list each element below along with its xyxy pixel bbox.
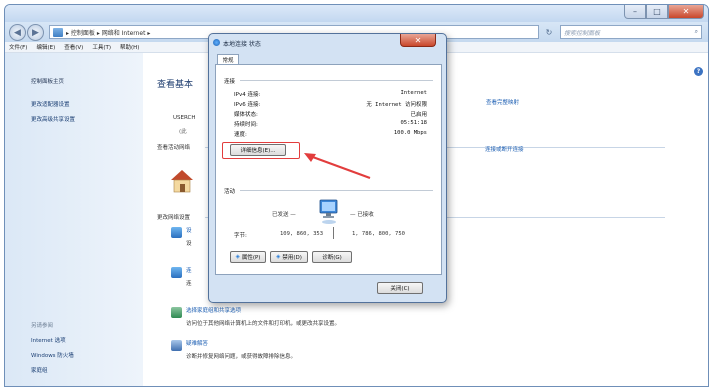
received-label: — 已接收 [350,212,374,218]
refresh-button[interactable]: ↻ [542,25,556,39]
help-icon[interactable]: ? [694,67,703,76]
menu-edit[interactable]: 编辑(E) [36,43,55,51]
dialog-title: 本地连接 状态 [223,41,261,48]
shield-icon: ◈ [276,254,281,260]
duration-label: 持续时间: [234,122,258,128]
network-setup-icon [171,227,182,238]
shield-icon: ◈ [235,254,240,260]
sent-label: 已发送 — [272,212,296,218]
speed-label: 速度: [234,132,247,138]
search-icon[interactable]: ⌕ [695,28,698,36]
see-also-heading: 另请参阅 [31,323,54,329]
task-homegroup-desc: 访问位于其他网络计算机上的文件和打印机，或更改共享设置。 [186,321,341,327]
diagnose-button[interactable]: 诊断(G) [312,251,352,263]
home-network-icon [171,170,193,193]
bytes-label: 字节: [234,233,247,239]
speed-value: 100.0 Mbps [393,130,427,136]
disable-button[interactable]: ◈ 禁用(D) [270,251,308,263]
maximize-button[interactable]: □ [646,5,668,19]
media-state-value: 已启用 [410,112,427,118]
menu-view[interactable]: 查看(V) [64,43,83,51]
duration-value: 05:51:18 [400,120,428,126]
sidebar: 控制面板主页 更改适配器设置 更改高级共享设置 另请参阅 Internet 选项… [5,53,143,386]
activity-group-label: 活动 [224,189,236,195]
sidebar-item-adapter-settings[interactable]: 更改适配器设置 [31,100,70,108]
computer-name: USERCH [173,115,196,121]
ipv4-label: IPv4 连接: [234,92,261,98]
ipv4-value: Internet [400,90,428,96]
page-title: 查看基本 [157,80,194,90]
ipv6-label: IPv6 连接: [234,102,261,108]
group-divider [240,80,433,81]
menu-help[interactable]: 帮助(H) [120,43,139,51]
sidebar-item-advanced-sharing[interactable]: 更改高级共享设置 [31,115,75,123]
close-button[interactable]: 关闭(C) [377,282,423,294]
search-placeholder: 搜索控制面板 [564,29,601,37]
task-homegroup-link[interactable]: 选择家庭组和共享选项 [186,306,241,314]
menu-tools[interactable]: 工具(T) [92,43,111,51]
ipv6-value: 无 Internet 访问权限 [366,102,427,108]
media-state-label: 媒体状态: [234,112,258,118]
sidebar-item-internet-options[interactable]: Internet 选项 [31,336,66,344]
active-networks-heading: 查看活动网络 [157,145,191,151]
group-divider [240,190,433,191]
search-input[interactable]: 搜索控制面板 ⌕ [560,25,702,39]
full-map-link[interactable]: 查看完整映射 [486,98,519,106]
back-button[interactable]: ◀ [9,24,26,41]
close-window-button[interactable]: ✕ [668,5,704,19]
bytes-sent-value: 109, 860, 353 [280,231,324,237]
network-status-icon [213,39,220,46]
menu-file[interactable]: 文件(F) [9,43,27,51]
task-troubleshoot-link[interactable]: 疑难解答 [186,339,208,347]
homegroup-icon [171,307,182,318]
control-panel-window: – □ ✕ ◀ ▶ ▸ 控制面板 ▸ 网络和 Internet ▸ ↻ 搜索控制… [4,4,709,387]
task-connect-link[interactable]: 连 [186,266,192,274]
activity-divider [333,227,334,239]
connect-network-icon [171,267,182,278]
change-settings-heading: 更改网络设置 [157,215,191,221]
control-panel-icon [53,27,63,37]
forward-button[interactable]: ▶ [27,24,44,41]
sidebar-home-link[interactable]: 控制面板主页 [31,77,64,85]
details-highlight-box [222,142,300,159]
connection-group-label: 连接 [224,79,236,85]
properties-button[interactable]: ◈ 属性(P) [230,251,266,263]
network-activity-icon [319,199,338,224]
red-arrow-annotation [304,153,371,180]
troubleshoot-icon [171,340,182,351]
computer-subtitle: (此 [179,129,187,135]
disable-label: 禁用(D) [282,255,302,261]
title-bar: – □ ✕ [5,5,708,22]
breadcrumb[interactable]: ▸ 控制面板 ▸ 网络和 Internet ▸ [66,28,150,37]
task-setup-link[interactable]: 设 [186,226,192,234]
minimize-button[interactable]: – [624,5,646,19]
task-connect-desc: 连 [186,281,192,287]
bytes-received-value: 1, 786, 800, 750 [352,231,405,237]
connect-disconnect-link[interactable]: 连接或断开连接 [485,145,524,153]
properties-label: 属性(P) [241,255,261,261]
task-troubleshoot-desc: 诊断并修复网络问题，或获得故障排除信息。 [186,354,297,360]
sidebar-item-windows-firewall[interactable]: Windows 防火墙 [31,351,74,359]
dialog-close-button[interactable]: ✕ [400,34,436,47]
sidebar-item-homegroup[interactable]: 家庭组 [31,366,48,374]
task-setup-desc: 设 [186,241,192,247]
